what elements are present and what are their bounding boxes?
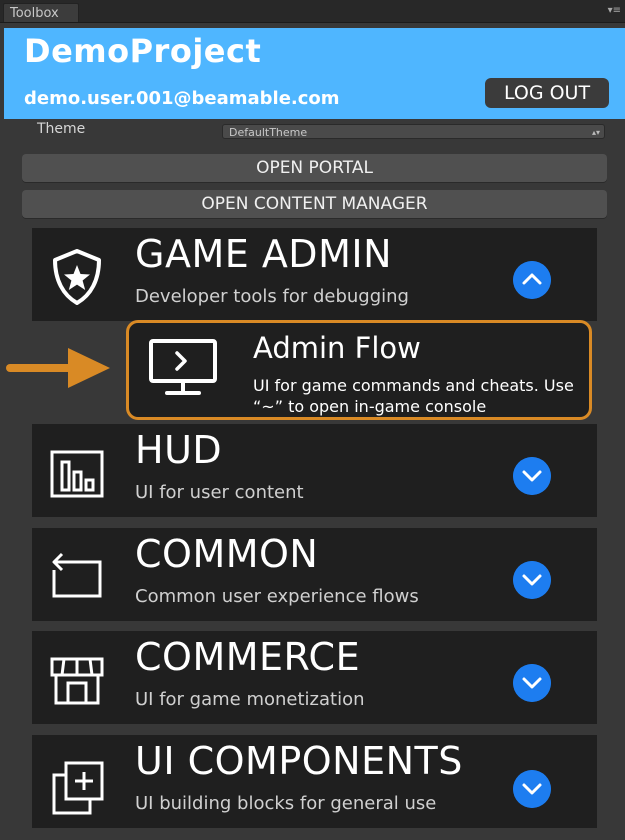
category-title: GAME ADMIN — [135, 232, 392, 276]
shield-star-icon — [53, 249, 101, 305]
category-description: Developer tools for debugging — [135, 286, 409, 307]
category-description: UI building blocks for general use — [135, 793, 437, 814]
category-title: HUD — [135, 428, 223, 472]
category-description: UI for user content — [135, 482, 304, 503]
window-menu-icon[interactable]: ▾≡ — [603, 5, 621, 17]
category-description: Common user experience flows — [135, 586, 419, 607]
expand-chevron-down-icon[interactable] — [513, 770, 551, 808]
account-header: DemoProject demo.user.001@beamable.com L… — [4, 28, 625, 119]
category-description: UI for game monetization — [135, 689, 365, 710]
theme-selected-value: DefaultTheme — [229, 126, 308, 139]
monitor-console-icon — [149, 339, 217, 395]
project-name: DemoProject — [24, 32, 262, 70]
window-tab-strip: Toolbox ▾≡ — [0, 0, 625, 23]
category-title: COMMERCE — [135, 635, 361, 679]
admin-flow-title: Admin Flow — [253, 331, 421, 365]
open-portal-button[interactable]: OPEN PORTAL — [22, 154, 607, 182]
expand-chevron-down-icon[interactable] — [513, 457, 551, 495]
user-email: demo.user.001@beamable.com — [24, 88, 340, 109]
add-layers-icon — [52, 761, 104, 815]
category-title: UI COMPONENTS — [135, 739, 463, 783]
category-title: COMMON — [135, 532, 319, 576]
category-ui-components[interactable]: UI COMPONENTS UI building blocks for gen… — [32, 735, 597, 828]
theme-dropdown[interactable]: DefaultTheme ▴▾ — [222, 124, 605, 139]
expand-chevron-down-icon[interactable] — [513, 664, 551, 702]
logout-button[interactable]: LOG OUT — [485, 78, 609, 108]
open-content-manager-button[interactable]: OPEN CONTENT MANAGER — [22, 190, 607, 218]
dropdown-arrows-icon: ▴▾ — [591, 128, 600, 137]
category-game-admin[interactable]: GAME ADMIN Developer tools for debugging — [32, 228, 597, 321]
pointer-arrow-icon — [6, 348, 110, 388]
theme-label: Theme — [37, 121, 86, 137]
collapse-chevron-up-icon[interactable] — [513, 261, 551, 299]
category-commerce[interactable]: COMMERCE UI for game monetization — [32, 631, 597, 724]
admin-flow-description: UI for game commands and cheats. Use “~”… — [253, 376, 574, 416]
storefront-icon — [50, 657, 104, 705]
expand-chevron-down-icon[interactable] — [513, 561, 551, 599]
back-arrow-frame-icon — [52, 552, 102, 598]
tab-toolbox[interactable]: Toolbox — [3, 3, 79, 22]
category-hud[interactable]: HUD UI for user content — [32, 424, 597, 517]
category-common[interactable]: COMMON Common user experience flows — [32, 528, 597, 621]
admin-flow-item[interactable]: Admin Flow UI for game commands and chea… — [126, 320, 592, 420]
bar-chart-icon — [50, 450, 104, 498]
